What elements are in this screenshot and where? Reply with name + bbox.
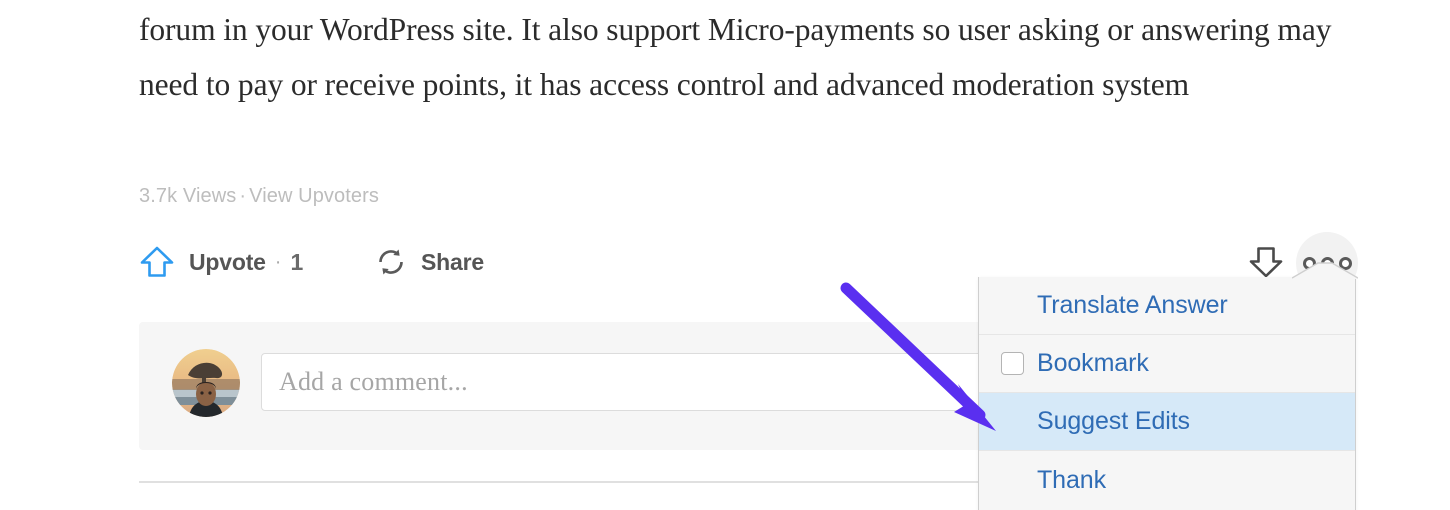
avatar[interactable]	[172, 349, 240, 417]
downvote-arrow-icon[interactable]	[1248, 245, 1284, 279]
upvote-count: 1	[290, 248, 304, 275]
menu-item-label: Thank	[1037, 465, 1106, 494]
quora-answer-screenshot: forum in your WordPress site. It also su…	[0, 0, 1450, 510]
meta-separator: ·	[239, 185, 247, 207]
menu-item-translate-answer[interactable]: Translate Answer	[979, 277, 1355, 335]
menu-item-suggest-edits[interactable]: Suggest Edits	[979, 393, 1355, 451]
share-label: Share	[421, 248, 484, 275]
answer-body-text: forum in your WordPress site. It also su…	[139, 12, 1332, 102]
menu-item-label: Bookmark	[1037, 349, 1149, 377]
more-options-menu: Translate Answer Bookmark Suggest Edits …	[978, 277, 1356, 510]
share-button[interactable]: Share	[375, 240, 484, 284]
share-refresh-icon	[375, 246, 407, 278]
menu-item-label: Suggest Edits	[1037, 407, 1190, 435]
menu-item-thank[interactable]: Thank	[979, 451, 1355, 509]
comment-placeholder: Add a comment...	[279, 367, 468, 396]
answer-meta: 3.7k Views · View Upvoters	[139, 185, 379, 208]
views-count: 3.7k Views	[139, 185, 237, 207]
upvote-count-separator: ·	[274, 250, 282, 273]
bookmark-checkbox[interactable]	[1001, 352, 1024, 375]
view-upvoters-link[interactable]: View Upvoters	[249, 185, 379, 207]
menu-item-bookmark[interactable]: Bookmark	[979, 335, 1355, 393]
upvote-arrow-icon	[139, 245, 175, 279]
upvote-label: Upvote	[189, 248, 266, 275]
upvote-button[interactable]: Upvote · 1	[139, 240, 303, 284]
menu-item-label: Translate Answer	[1037, 291, 1228, 319]
menu-caret-icon	[1292, 262, 1358, 279]
